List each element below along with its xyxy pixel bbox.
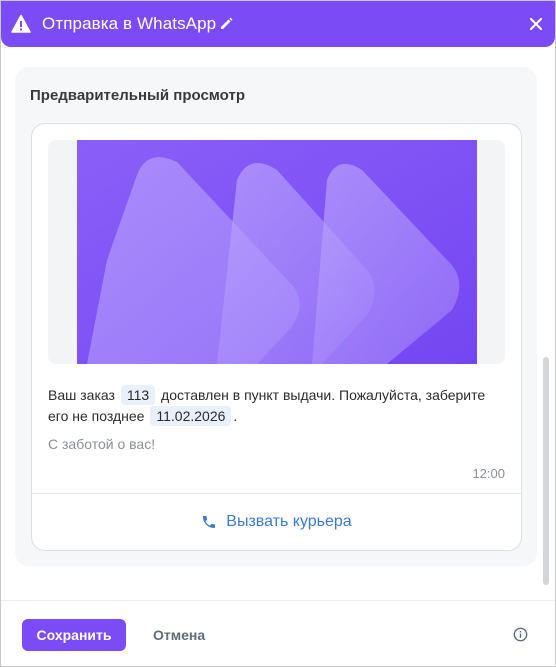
cancel-button[interactable]: Отмена: [147, 619, 209, 651]
info-icon[interactable]: [513, 627, 528, 642]
message-preview-card: Ваш заказ 113 доставлен в пункт выдачи. …: [31, 123, 522, 551]
message-text-part: .: [233, 408, 238, 424]
dialog-title: Отправка в WhatsApp: [42, 14, 217, 33]
dialog-body[interactable]: Предварительный просмотр Ваш заказ 113 д…: [1, 47, 555, 600]
preview-panel: Предварительный просмотр Ваш заказ 113 д…: [15, 67, 537, 566]
message-time: 12:00: [472, 466, 505, 481]
call-courier-label: Вызвать курьера: [226, 513, 352, 530]
preview-heading: Предварительный просмотр: [30, 87, 245, 104]
call-courier-button[interactable]: Вызвать курьера: [32, 494, 521, 550]
dialog-footer: Сохранить Отмена: [1, 600, 555, 666]
media-image: [77, 140, 477, 364]
scrollbar[interactable]: [543, 357, 549, 585]
message-text-part: Ваш заказ: [48, 387, 115, 403]
warning-icon: [11, 14, 31, 33]
save-button[interactable]: Сохранить: [22, 619, 126, 651]
message-body: Ваш заказ 113 доставлен в пункт выдачи. …: [48, 385, 508, 427]
date-variable: 11.02.2026: [150, 406, 232, 426]
whatsapp-send-dialog: Отправка в WhatsApp Предварительный прос…: [0, 0, 556, 667]
dialog-header: Отправка в WhatsApp: [1, 1, 555, 47]
message-footer: С заботой о вас!: [48, 436, 156, 452]
order-number-variable: 113: [120, 385, 156, 405]
scrollbar-thumb[interactable]: [543, 357, 549, 585]
media-placeholder: [48, 140, 505, 364]
close-icon[interactable]: [529, 17, 543, 31]
phone-icon: [203, 516, 216, 528]
pencil-icon[interactable]: [220, 17, 233, 30]
